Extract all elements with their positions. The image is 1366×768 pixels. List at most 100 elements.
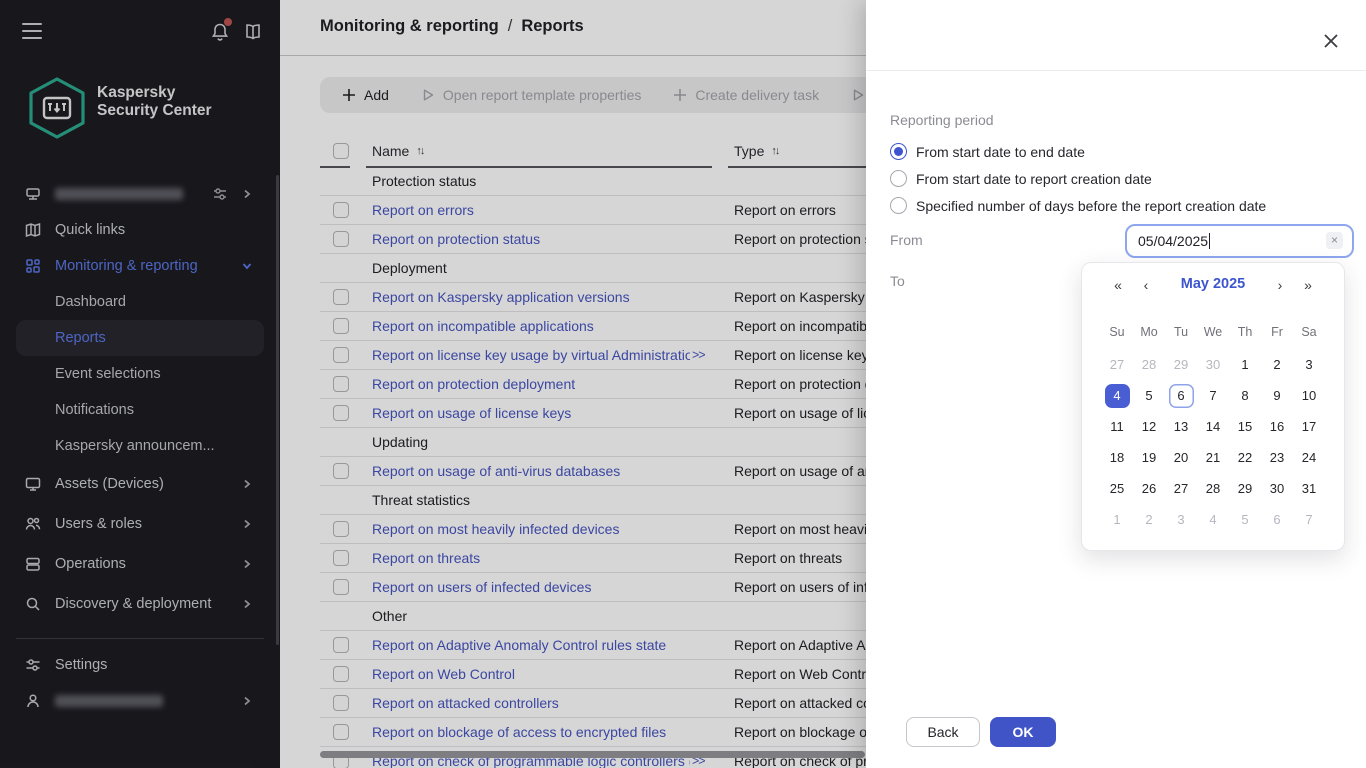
- calendar-day[interactable]: 9: [1261, 380, 1293, 411]
- calendar-day[interactable]: 27: [1165, 473, 1197, 504]
- calendar-day-number: 4: [1201, 508, 1226, 532]
- calendar-day-number: 6: [1265, 508, 1290, 532]
- calendar-header: « ‹ May 2025 › »: [1082, 272, 1344, 298]
- calendar-day-selected[interactable]: 4: [1101, 380, 1133, 411]
- calendar-day[interactable]: 4: [1197, 504, 1229, 535]
- calendar-day-number: 23: [1265, 446, 1290, 470]
- next-month-icon[interactable]: ›: [1270, 275, 1290, 295]
- calendar-day-number: 24: [1297, 446, 1322, 470]
- radio-option-label: From start date to report creation date: [916, 171, 1152, 187]
- calendar-day[interactable]: 8: [1229, 380, 1261, 411]
- modal-dim-overlay: [0, 0, 866, 768]
- weekday-label: Fr: [1261, 321, 1293, 343]
- calendar-day-number: 7: [1201, 384, 1226, 408]
- ok-button[interactable]: OK: [990, 717, 1056, 747]
- calendar-day[interactable]: 20: [1165, 442, 1197, 473]
- calendar-day[interactable]: 13: [1165, 411, 1197, 442]
- radio-unselected-icon[interactable]: [890, 170, 907, 187]
- calendar-day[interactable]: 1: [1101, 504, 1133, 535]
- calendar-day[interactable]: 16: [1261, 411, 1293, 442]
- reporting-period-option[interactable]: Specified number of days before the repo…: [890, 192, 1266, 219]
- radio-unselected-icon[interactable]: [890, 197, 907, 214]
- calendar-day[interactable]: 15: [1229, 411, 1261, 442]
- calendar-day[interactable]: 22: [1229, 442, 1261, 473]
- calendar-day[interactable]: 1: [1229, 349, 1261, 380]
- calendar-day-number: 1: [1233, 353, 1258, 377]
- drawer-divider: [866, 70, 1366, 71]
- calendar-day[interactable]: 3: [1293, 349, 1325, 380]
- calendar-day[interactable]: 14: [1197, 411, 1229, 442]
- calendar-weekday-row: SuMoTuWeThFrSa: [1101, 321, 1325, 343]
- calendar-day[interactable]: 31: [1293, 473, 1325, 504]
- calendar-day[interactable]: 3: [1165, 504, 1197, 535]
- calendar-day-today[interactable]: 6: [1165, 380, 1197, 411]
- calendar-day[interactable]: 29: [1229, 473, 1261, 504]
- calendar-day-number: 8: [1233, 384, 1258, 408]
- calendar-day-number: 13: [1169, 415, 1194, 439]
- calendar-day[interactable]: 27: [1101, 349, 1133, 380]
- calendar-day-number: 17: [1297, 415, 1322, 439]
- clear-date-icon[interactable]: ×: [1326, 232, 1343, 249]
- calendar-day[interactable]: 10: [1293, 380, 1325, 411]
- to-label: To: [890, 273, 905, 289]
- calendar-day[interactable]: 25: [1101, 473, 1133, 504]
- calendar-day[interactable]: 24: [1293, 442, 1325, 473]
- radio-option-label: From start date to end date: [916, 144, 1085, 160]
- close-icon[interactable]: [1320, 30, 1342, 52]
- from-label: From: [890, 232, 923, 248]
- calendar-day[interactable]: 29: [1165, 349, 1197, 380]
- calendar-day[interactable]: 11: [1101, 411, 1133, 442]
- report-settings-drawer: Reporting period From start date to end …: [866, 0, 1366, 768]
- calendar-day[interactable]: 5: [1133, 380, 1165, 411]
- reporting-period-label: Reporting period: [890, 112, 994, 128]
- weekday-label: Su: [1101, 321, 1133, 343]
- calendar-day[interactable]: 21: [1197, 442, 1229, 473]
- calendar-day[interactable]: 6: [1261, 504, 1293, 535]
- calendar-day-number: 19: [1137, 446, 1162, 470]
- calendar-day-number: 21: [1201, 446, 1226, 470]
- calendar-day[interactable]: 19: [1133, 442, 1165, 473]
- radio-selected-icon[interactable]: [890, 143, 907, 160]
- reporting-period-option[interactable]: From start date to end date: [890, 138, 1266, 165]
- weekday-label: Mo: [1133, 321, 1165, 343]
- calendar-day-number: 10: [1297, 384, 1322, 408]
- calendar-day-number: 14: [1201, 415, 1226, 439]
- calendar-day-number: 16: [1265, 415, 1290, 439]
- next-year-icon[interactable]: »: [1298, 275, 1318, 295]
- calendar-day[interactable]: 23: [1261, 442, 1293, 473]
- weekday-label: We: [1197, 321, 1229, 343]
- calendar-day-number: 3: [1169, 508, 1194, 532]
- back-button[interactable]: Back: [906, 717, 980, 747]
- calendar-day[interactable]: 5: [1229, 504, 1261, 535]
- calendar-day-number: 28: [1201, 477, 1226, 501]
- calendar-day-number: 12: [1137, 415, 1162, 439]
- calendar-day[interactable]: 7: [1293, 504, 1325, 535]
- calendar-day-number: 25: [1105, 477, 1130, 501]
- from-date-input[interactable]: 05/04/2025 ×: [1125, 224, 1354, 258]
- calendar-day[interactable]: 18: [1101, 442, 1133, 473]
- calendar-day[interactable]: 2: [1261, 349, 1293, 380]
- calendar-day[interactable]: 28: [1197, 473, 1229, 504]
- calendar-day-number: 15: [1233, 415, 1258, 439]
- calendar-day[interactable]: 28: [1133, 349, 1165, 380]
- text-caret: [1209, 233, 1210, 249]
- calendar-day-number: 22: [1233, 446, 1258, 470]
- calendar-day-number: 30: [1201, 353, 1226, 377]
- calendar-day-number: 6: [1169, 384, 1194, 408]
- calendar-day[interactable]: 30: [1261, 473, 1293, 504]
- calendar-day-number: 2: [1265, 353, 1290, 377]
- calendar-day-number: 30: [1265, 477, 1290, 501]
- calendar-day[interactable]: 2: [1133, 504, 1165, 535]
- weekday-label: Sa: [1293, 321, 1325, 343]
- calendar-day-number: 31: [1297, 477, 1322, 501]
- calendar-day[interactable]: 7: [1197, 380, 1229, 411]
- date-picker-popup: « ‹ May 2025 › » SuMoTuWeThFrSa 27282930…: [1081, 262, 1345, 551]
- calendar-day-number: 5: [1137, 384, 1162, 408]
- reporting-period-option[interactable]: From start date to report creation date: [890, 165, 1266, 192]
- calendar-day[interactable]: 17: [1293, 411, 1325, 442]
- calendar-day-number: 1: [1105, 508, 1130, 532]
- calendar-day[interactable]: 12: [1133, 411, 1165, 442]
- calendar-day-grid: 2728293012345678910111213141516171819202…: [1101, 349, 1325, 535]
- calendar-day[interactable]: 26: [1133, 473, 1165, 504]
- calendar-day[interactable]: 30: [1197, 349, 1229, 380]
